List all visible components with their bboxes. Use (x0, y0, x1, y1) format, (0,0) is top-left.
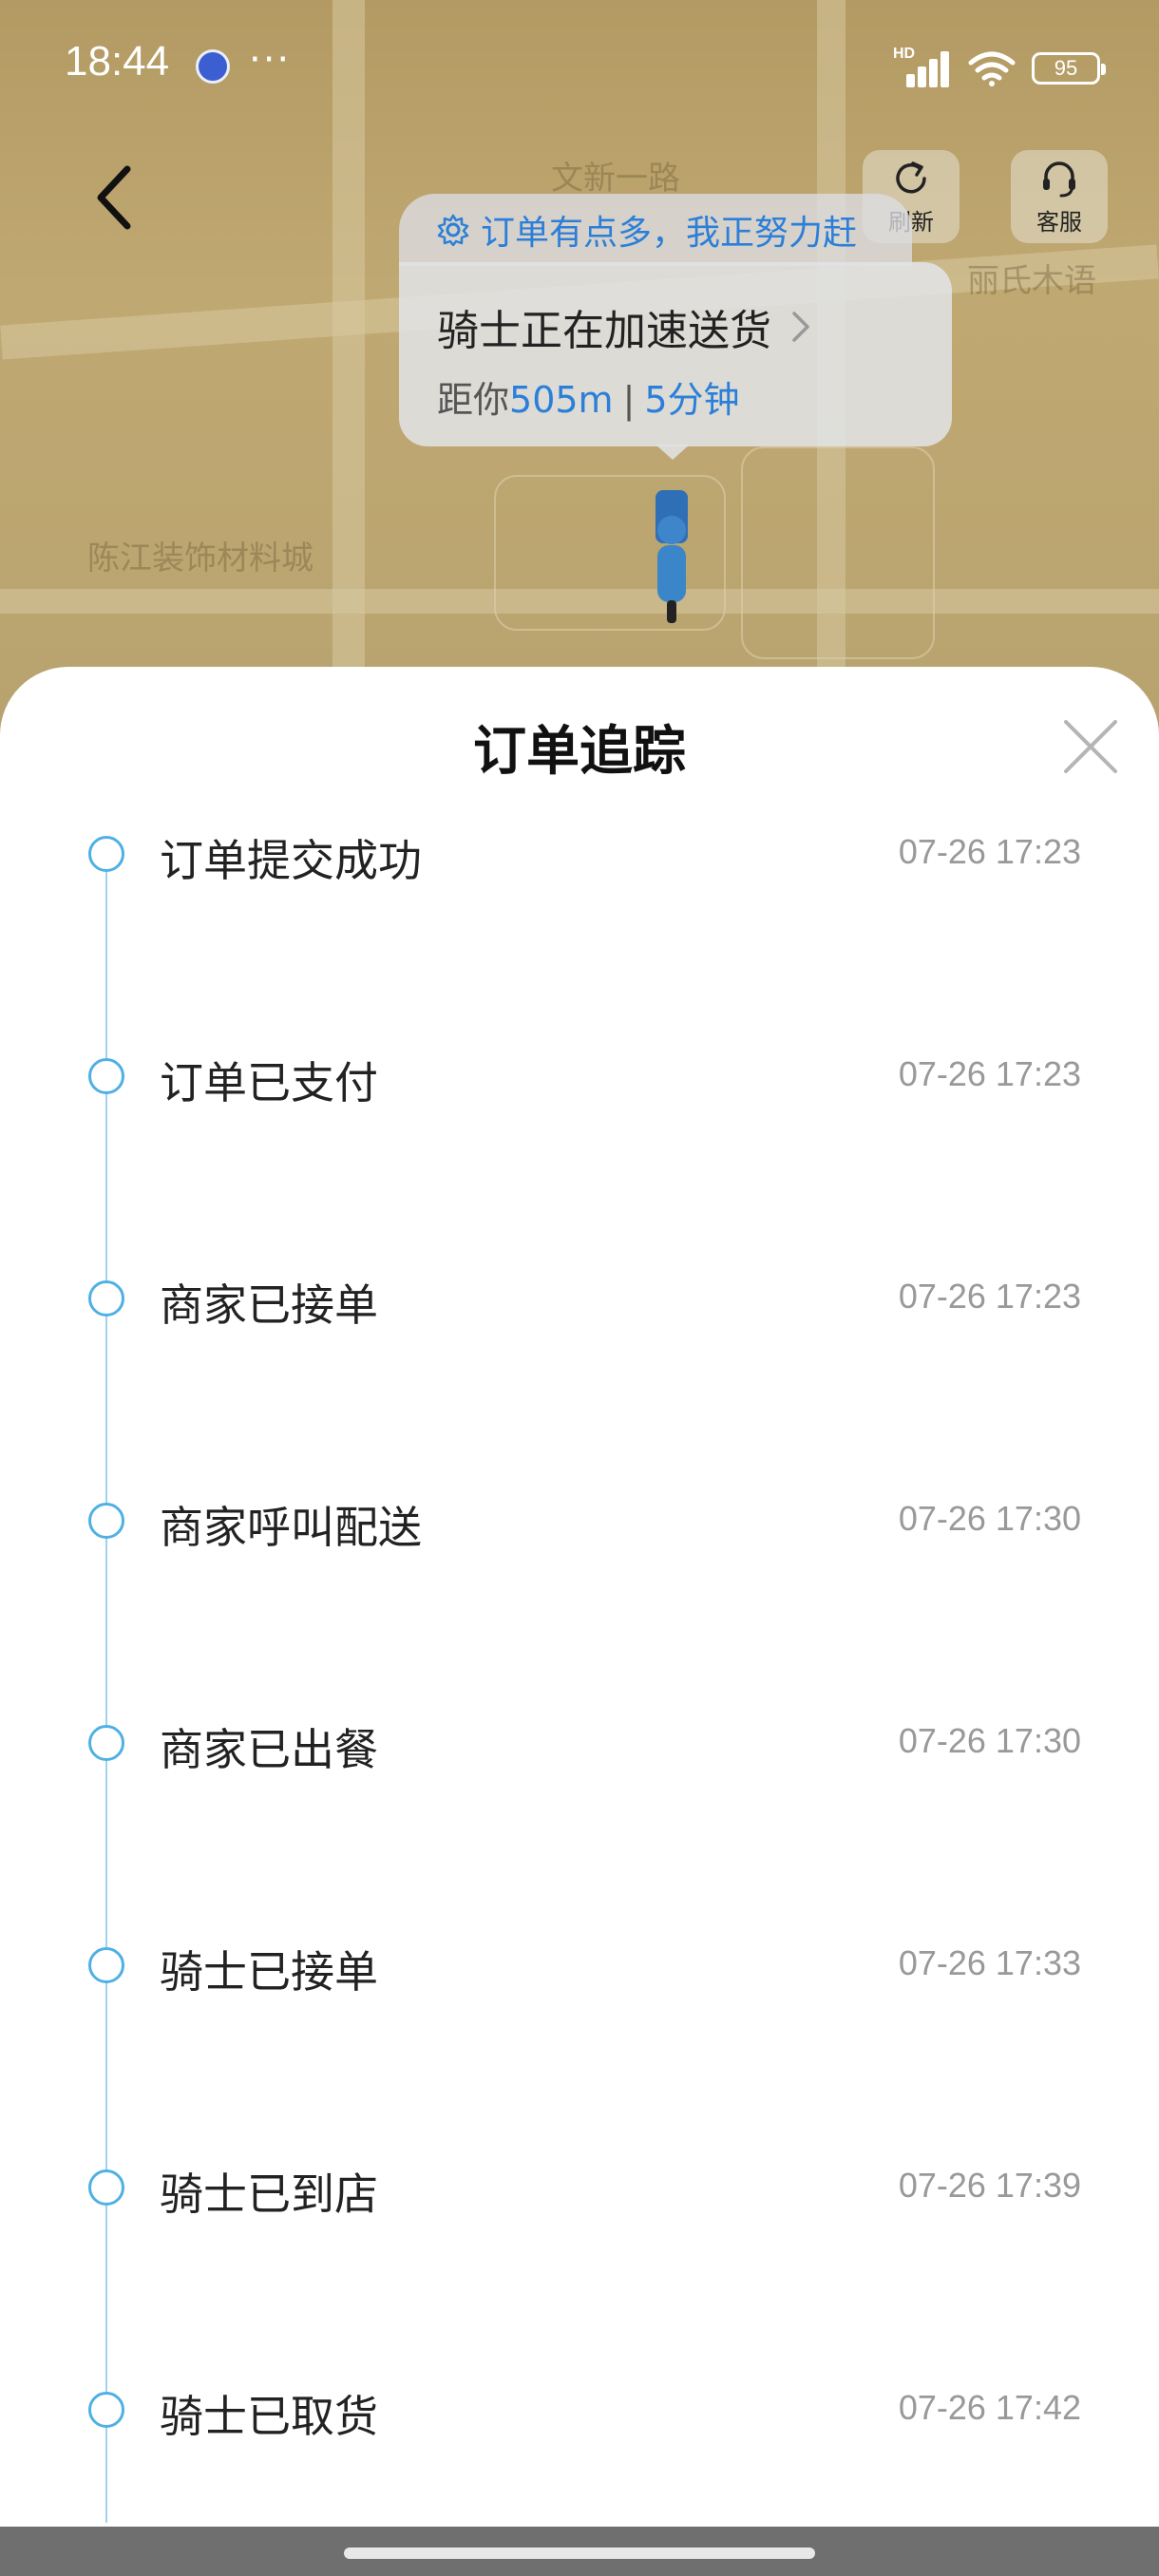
more-notifications-icon: ··· (249, 38, 292, 82)
timeline-step-label: 商家呼叫配送 (160, 1502, 422, 1553)
rider-scooter-icon (656, 490, 688, 623)
timeline-dot-icon (88, 1058, 124, 1094)
timeline-dot-icon (88, 2169, 124, 2206)
distance-prefix: 距你 (437, 379, 510, 421)
timeline-step-time: 07-26 17:42 (898, 2388, 1081, 2427)
refresh-icon (896, 161, 926, 193)
delay-notice-text: 订单有点多，我正努力赶 (481, 214, 858, 253)
battery-level: 95 (1054, 56, 1078, 80)
timeline-step: 骑士已接单 07-26 17:33 (0, 1924, 1159, 2010)
timeline-step-label: 骑士已接单 (160, 1946, 378, 1998)
timeline-dot-icon (88, 1503, 124, 1539)
rider-eta: 5分钟 (644, 379, 740, 421)
rider-status-card[interactable]: 骑士正在加速送货 距你505m | 5分钟 (399, 262, 952, 446)
chevron-right-icon (792, 312, 809, 342)
timeline-step: 骑士已到店 07-26 17:39 (0, 2147, 1159, 2232)
timeline-dot-icon (88, 1280, 124, 1316)
map-label: 丽氏木语 (967, 262, 1096, 300)
home-indicator[interactable] (344, 2548, 815, 2559)
timeline-step: 骑士已取货 07-26 17:42 (0, 2369, 1159, 2454)
headset-icon (1043, 161, 1075, 197)
rider-status-title: 骑士正在加速送货 (437, 307, 771, 355)
signal-icon: HD (893, 46, 952, 87)
timeline-step-time: 07-26 17:39 (898, 2166, 1081, 2205)
timeline-step-time: 07-26 17:30 (898, 1721, 1081, 1760)
timeline-dot-icon (88, 1947, 124, 1983)
map-label: 陈江装饰材料城 (87, 540, 314, 578)
timeline-step-time: 07-26 17:33 (898, 1943, 1081, 1982)
timeline-step-time: 07-26 17:30 (898, 1499, 1081, 1538)
timeline-step: 商家呼叫配送 07-26 17:30 (0, 1480, 1159, 1565)
timeline-step: 订单提交成功 07-26 17:23 (0, 813, 1159, 899)
card-pointer (656, 445, 690, 460)
customer-service-button[interactable]: 客服 (1011, 150, 1108, 243)
system-nav-bar (0, 2527, 1159, 2576)
timeline-step-label: 商家已接单 (160, 1279, 378, 1331)
delay-notice: 订单有点多，我正努力赶 (399, 194, 912, 266)
timeline-step: 商家已接单 07-26 17:23 (0, 1258, 1159, 1343)
chevron-left-icon (97, 165, 131, 230)
rider-distance: 505m (509, 379, 614, 421)
notification-avatar-icon (196, 49, 230, 84)
timeline-step-label: 订单提交成功 (160, 835, 422, 886)
timeline-dot-icon (88, 1725, 124, 1761)
timeline-dot-icon (88, 836, 124, 872)
timeline-step-label: 商家已出餐 (160, 1724, 378, 1775)
close-icon (1064, 720, 1117, 773)
sheet-title: 订单追踪 (473, 721, 686, 783)
map-label: 文新一路 (551, 160, 680, 198)
status-time: 18:44 (65, 38, 170, 85)
separator: | (622, 379, 636, 421)
close-button[interactable] (1060, 716, 1121, 777)
timeline-step-label: 骑士已取货 (160, 2391, 378, 2442)
customer-service-label: 客服 (1036, 208, 1082, 236)
order-tracking-screen: 陈江装饰材料城 丽氏木语 文新一路 18:44 ··· HD 95 客服 订单有… (0, 0, 1159, 2576)
battery-icon: 95 (1032, 52, 1106, 85)
timeline-step-label: 骑士已到店 (160, 2169, 378, 2220)
timeline-step-label: 订单已支付 (160, 1057, 378, 1108)
timeline-step: 订单已支付 07-26 17:23 (0, 1035, 1159, 1121)
gear-icon (437, 214, 469, 246)
back-button[interactable] (80, 160, 148, 236)
network-type-label: HD (893, 46, 916, 62)
timeline-step-time: 07-26 17:23 (898, 832, 1081, 871)
timeline-step-time: 07-26 17:23 (898, 1054, 1081, 1093)
order-tracking-sheet: 订单追踪 订单提交成功 07-26 17:23 订单已支付 07-26 17:23 商家… (0, 667, 1159, 2576)
wifi-icon (968, 51, 1016, 86)
status-bar: 18:44 ··· HD 95 (0, 0, 1159, 133)
timeline-step-time: 07-26 17:23 (898, 1277, 1081, 1316)
timeline-dot-icon (88, 2392, 124, 2428)
timeline-step: 商家已出餐 07-26 17:30 (0, 1702, 1159, 1788)
